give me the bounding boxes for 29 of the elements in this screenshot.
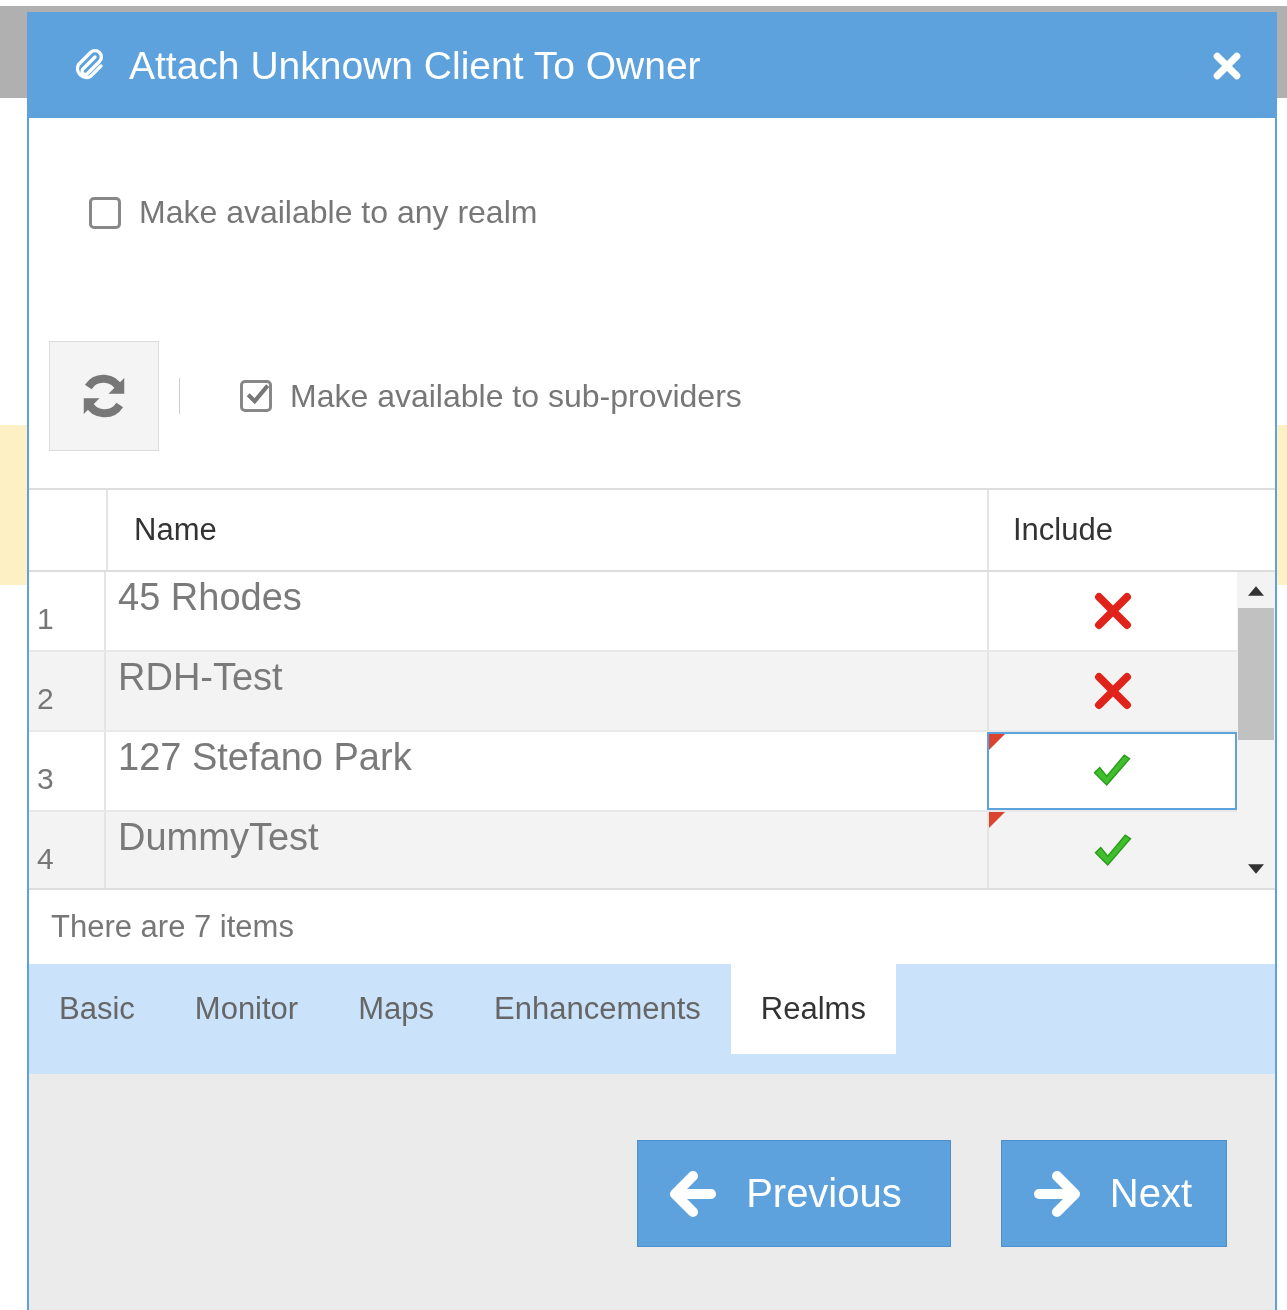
- row-number: 3: [29, 732, 106, 810]
- previous-button[interactable]: Previous: [637, 1140, 951, 1247]
- checkbox-label: Make available to sub-providers: [290, 377, 742, 415]
- tab[interactable]: Monitor: [164, 964, 329, 1054]
- tab[interactable]: Maps: [328, 964, 464, 1054]
- tab[interactable]: Realms: [730, 964, 896, 1054]
- tab[interactable]: Basic: [29, 964, 165, 1054]
- checkbox[interactable]: [89, 196, 121, 229]
- table-cell[interactable]: [987, 732, 1237, 810]
- scrollbar[interactable]: [1237, 572, 1275, 888]
- column-header: Include: [987, 490, 1275, 570]
- cross-icon: [1092, 670, 1134, 712]
- cross-icon: [1092, 590, 1134, 632]
- refresh-button[interactable]: [49, 341, 159, 451]
- dialog-title: Attach Unknown Client To Owner: [129, 44, 702, 88]
- tab[interactable]: Enhancements: [464, 964, 731, 1054]
- row-number: 4: [29, 812, 106, 888]
- table-cell-text: DummyTest: [117, 815, 320, 860]
- table-cell-text: RDH-Test: [117, 655, 284, 700]
- column-header: Name: [133, 511, 218, 549]
- checkbox-label: Make available to any realm: [139, 194, 538, 231]
- scroll-down-icon[interactable]: [1248, 864, 1264, 874]
- checkbox[interactable]: [240, 380, 272, 412]
- table-cell-text: 127 Stefano Park: [117, 735, 413, 780]
- row-number: 1: [29, 572, 106, 650]
- table-cell-text: 45 Rhodes: [117, 575, 303, 620]
- next-button[interactable]: Next: [1000, 1140, 1227, 1247]
- close-icon[interactable]: [1213, 52, 1241, 80]
- row-number: 2: [29, 652, 106, 730]
